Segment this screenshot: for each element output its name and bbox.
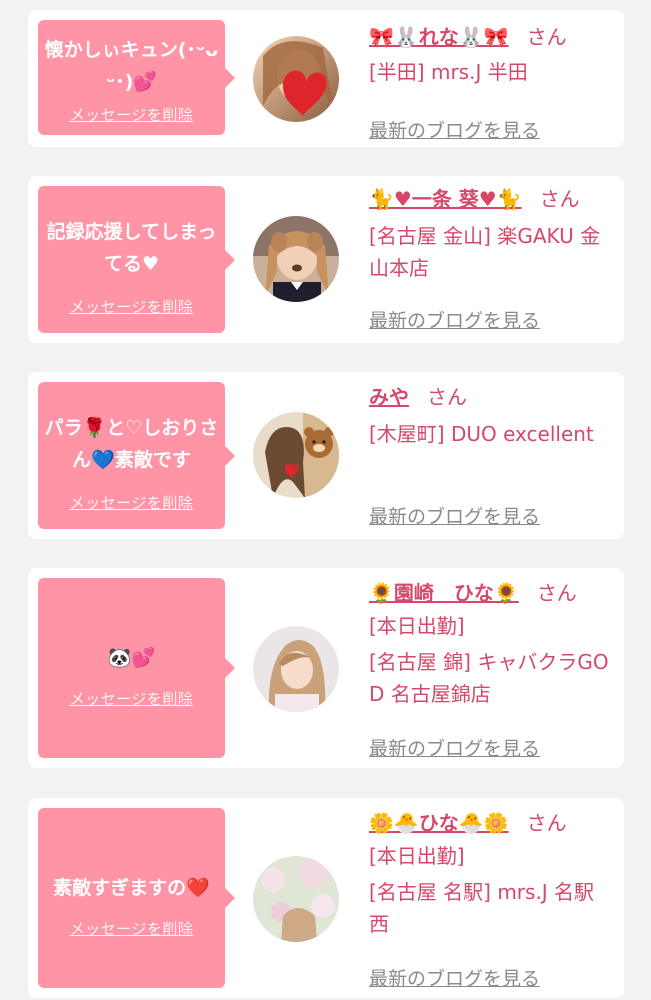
message-bubble: 素敵すぎますの❤️ メッセージを削除 (38, 808, 235, 988)
latest-blog-link[interactable]: 最新のブログを見る (369, 306, 540, 333)
honorific: さん (427, 385, 467, 409)
message-card: 記録応援してしまってる♥ メッセージを削除 🐈♥一条 葵♥🐈 さん [名古屋 金山… (28, 176, 624, 343)
name-line: 🌻園崎 ひな🌻 さん (369, 578, 609, 608)
latest-blog-link[interactable]: 最新のブログを見る (369, 116, 540, 143)
author-name-link[interactable]: 🌼🐣ひな🐣🌼 (369, 811, 509, 835)
avatar-photo (253, 856, 339, 942)
name-line: みや さん (369, 382, 609, 412)
message-card: パラ🌹と♡しおりさん💙素敵です メッセージを削除 みや さん [木屋町] DUO … (28, 372, 624, 539)
avatar[interactable] (253, 856, 339, 942)
delete-message-link[interactable]: メッセージを削除 (38, 492, 225, 513)
avatar-photo (253, 216, 339, 302)
latest-blog-link[interactable]: 最新のブログを見る (369, 964, 540, 991)
delete-message-link[interactable]: メッセージを削除 (38, 688, 225, 709)
author-name-link[interactable]: 🌻園崎 ひな🌻 (369, 581, 519, 605)
avatar-photo (253, 412, 339, 498)
author-info: 🐈♥一条 葵♥🐈 さん [名古屋 金山] 楽GAKU 金山本店 最新のブログを見る (369, 184, 609, 332)
honorific: さん (536, 581, 577, 605)
message-text: パラ🌹と♡しおりさん💙素敵です (44, 417, 219, 471)
message-bubble: 懐かしぃキュン(･ᵕᴗᵕ･)💕 メッセージを削除 (38, 20, 235, 135)
avatar-photo (253, 36, 339, 122)
author-name-link[interactable]: みや (369, 385, 409, 409)
message-bubble: 記録応援してしまってる♥ メッセージを削除 (38, 186, 235, 333)
delete-message-link[interactable]: メッセージを削除 (38, 918, 225, 939)
author-info: 🌻園崎 ひな🌻 さん [本日出勤] [名古屋 錦] キャバクラGOD 名古屋錦店 … (369, 578, 609, 760)
avatar[interactable] (253, 412, 339, 498)
honorific: さん (539, 187, 580, 211)
shop-info: [半田] mrs.J 半田 (369, 60, 528, 84)
shop-info: [名古屋 錦] キャバクラGOD 名古屋錦店 (369, 650, 609, 706)
honorific: さん (526, 811, 567, 835)
message-bubble: 🐼💕 メッセージを削除 (38, 578, 235, 758)
delete-message-link[interactable]: メッセージを削除 (38, 296, 225, 317)
message-text: 素敵すぎますの❤️ (53, 877, 210, 899)
message-bubble: パラ🌹と♡しおりさん💙素敵です メッセージを削除 (38, 382, 235, 529)
avatar[interactable] (253, 626, 339, 712)
status-line: [本日出勤] (369, 844, 465, 868)
author-name-link[interactable]: 🎀🐰れな🐰🎀 (369, 25, 509, 49)
author-info: みや さん [木屋町] DUO excellent 最新のブログを見る (369, 382, 609, 528)
message-card: 素敵すぎますの❤️ メッセージを削除 🌼🐣ひな🐣🌼 さん [本日出勤] [名古屋 … (28, 798, 624, 998)
shop-info: [名古屋 名駅] mrs.J 名駅西 (369, 880, 595, 936)
avatar[interactable] (253, 36, 339, 122)
name-line: 🎀🐰れな🐰🎀 さん (369, 22, 609, 52)
status-line: [本日出勤] (369, 614, 465, 638)
name-line: 🐈♥一条 葵♥🐈 さん (369, 184, 609, 214)
message-card: 懐かしぃキュン(･ᵕᴗᵕ･)💕 メッセージを削除 🎀🐰れな🐰🎀 さん [半田] m… (28, 10, 624, 147)
author-info: 🎀🐰れな🐰🎀 さん [半田] mrs.J 半田 最新のブログを見る (369, 22, 609, 142)
latest-blog-link[interactable]: 最新のブログを見る (369, 502, 540, 529)
message-text: 🐼💕 (107, 647, 156, 669)
avatar[interactable] (253, 216, 339, 302)
author-name-link[interactable]: 🐈♥一条 葵♥🐈 (369, 187, 522, 211)
delete-message-link[interactable]: メッセージを削除 (38, 104, 225, 125)
message-text: 記録応援してしまってる♥ (46, 221, 217, 275)
message-card: 🐼💕 メッセージを削除 🌻園崎 ひな🌻 さん [本日出勤] [名古屋 錦] キャバ… (28, 568, 624, 768)
message-text: 懐かしぃキュン(･ᵕᴗᵕ･)💕 (44, 39, 219, 93)
shop-info: [名古屋 金山] 楽GAKU 金山本店 (369, 224, 601, 280)
shop-info: [木屋町] DUO excellent (369, 422, 594, 446)
honorific: さん (526, 25, 567, 49)
name-line: 🌼🐣ひな🐣🌼 さん (369, 808, 609, 838)
avatar-photo (253, 626, 339, 712)
latest-blog-link[interactable]: 最新のブログを見る (369, 734, 540, 761)
author-info: 🌼🐣ひな🐣🌼 さん [本日出勤] [名古屋 名駅] mrs.J 名駅西 最新のブロ… (369, 808, 609, 990)
